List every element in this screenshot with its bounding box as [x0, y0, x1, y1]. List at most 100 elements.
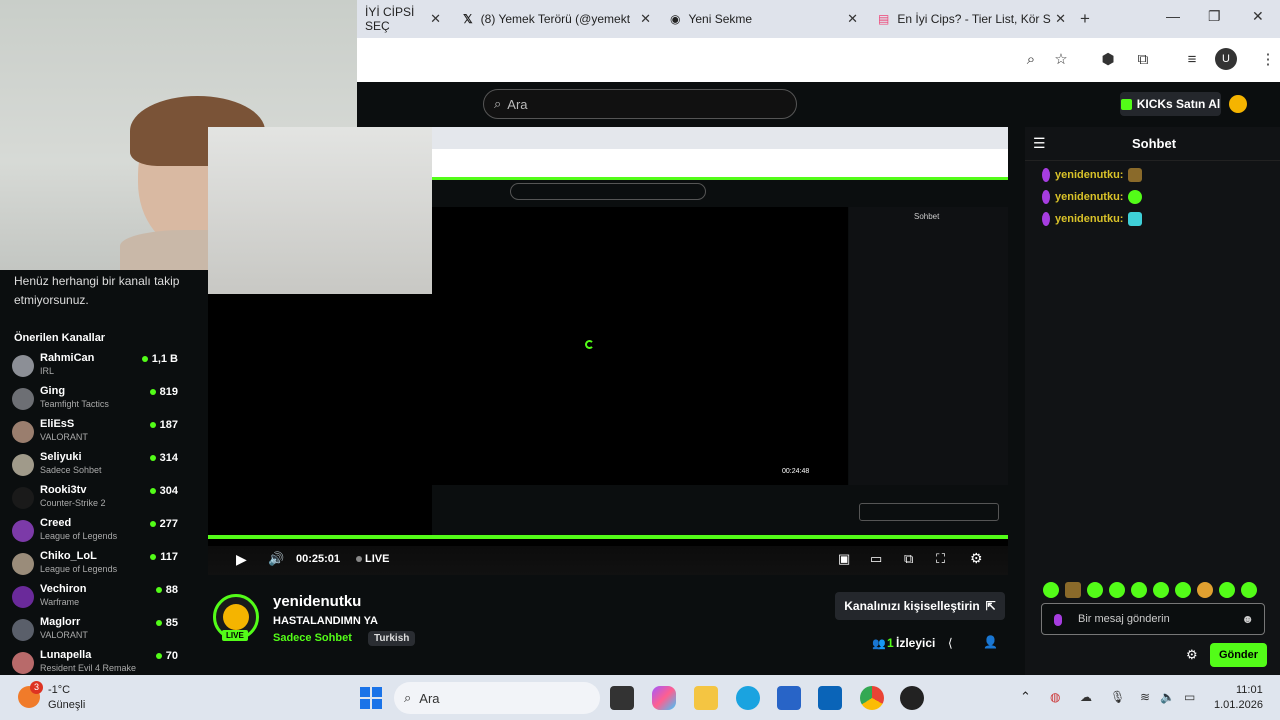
chat-username[interactable]: yenidenutku: [1055, 169, 1123, 181]
channel-avatar [12, 652, 34, 674]
emote-icon[interactable] [1219, 582, 1235, 598]
channel-category: Warframe [40, 597, 80, 607]
close-icon[interactable]: ✕ [430, 11, 441, 27]
sidebar-channel-item[interactable]: Ging Teamfight Tactics 819 [12, 385, 182, 418]
volume-icon[interactable]: 🔊 [268, 551, 284, 567]
emote-icon[interactable] [1175, 582, 1191, 598]
chat-message-input[interactable]: Bir mesaj gönderin ☻ [1041, 603, 1265, 635]
emoji-icon[interactable]: ☻ [1241, 612, 1254, 626]
emote-icon[interactable] [1197, 582, 1213, 598]
share-icon[interactable]: ⟨ [948, 636, 953, 650]
settings-icon[interactable]: ⚙ [970, 550, 983, 567]
send-button[interactable]: Gönder [1210, 643, 1267, 667]
tab-cips[interactable]: İYİ CİPSİ SEÇ ✕ [357, 5, 445, 33]
search-icon: ⌕ [404, 690, 412, 705]
copilot-icon[interactable] [652, 686, 676, 710]
sidebar-channel-item[interactable]: Vechiron Warframe 88 [12, 583, 182, 616]
tray-cloud-icon[interactable]: ☁ [1080, 690, 1092, 704]
channel-category: League of Legends [40, 564, 118, 574]
sidebar-channel-item[interactable]: Rooki3tv Counter-Strike 2 304 [12, 484, 182, 517]
wifi-icon[interactable]: ≋ [1140, 690, 1150, 704]
zoom-icon[interactable]: ⌕ [1020, 48, 1042, 70]
mic-badge-icon [1054, 614, 1062, 626]
emote-icon[interactable] [1043, 582, 1059, 598]
windows-start-icon[interactable] [360, 687, 382, 709]
emote-icon[interactable] [1131, 582, 1147, 598]
customize-channel-button[interactable]: Kanalınızı kişiselleştirin ⇱ [835, 592, 1005, 620]
chrome-icon[interactable] [860, 686, 884, 710]
stream-category[interactable]: Sadece Sohbet [273, 632, 352, 644]
channel-viewers: 1,1 B [142, 353, 178, 365]
channel-category: League of Legends [40, 531, 118, 541]
menu-icon[interactable]: ⋮ [1257, 48, 1279, 70]
theater-icon[interactable]: ▭ [870, 551, 882, 567]
sidebar-channel-item[interactable]: Chiko_LoL League of Legends 117 [12, 550, 182, 583]
emote-icon [1128, 190, 1143, 204]
close-icon[interactable]: ✕ [1055, 11, 1066, 27]
user-avatar[interactable] [1229, 95, 1247, 113]
file-explorer-icon[interactable] [694, 686, 718, 710]
tab-yemek-teroru[interactable]: 𝕏 (8) Yemek Terörü (@yemekt ✕ [455, 6, 655, 32]
progress-bar[interactable] [208, 535, 1008, 539]
tray-chevron-icon[interactable]: ⌃ [1020, 689, 1031, 705]
emote-icon[interactable] [1241, 582, 1257, 598]
sidebar-channel-item[interactable]: EliEsS VALORANT 187 [12, 418, 182, 451]
chat-collapse-icon[interactable]: ☰ [1033, 135, 1046, 152]
obs-icon[interactable] [900, 686, 924, 710]
edge-icon[interactable] [736, 686, 760, 710]
close-icon[interactable]: ✕ [847, 11, 858, 27]
emote-icon [1128, 168, 1143, 182]
chat-settings-icon[interactable]: ⚙ [1186, 647, 1198, 663]
search-input[interactable]: ⌕ Ara [483, 89, 797, 119]
tray-app-icon[interactable]: ◍ [1050, 690, 1060, 704]
maximize-button[interactable]: ❐ [1208, 8, 1221, 25]
sidebar-channel-item[interactable]: Seliyuki Sadece Sohbet 314 [12, 451, 182, 484]
sidebar-channel-item[interactable]: RahmiCan IRL 1,1 B [12, 352, 182, 385]
chat-title: Sohbet [1132, 136, 1177, 151]
terminal-icon[interactable] [610, 686, 634, 710]
clock-date[interactable]: 1.01.2026 [1214, 699, 1263, 711]
kicks-buy-button[interactable]: KICKs Satın Al [1120, 92, 1221, 116]
store-icon[interactable] [777, 686, 801, 710]
fullscreen-icon[interactable]: ⛶ [936, 551, 945, 567]
chat-username[interactable]: yenidenutku: [1055, 191, 1123, 203]
profile-avatar[interactable]: U [1215, 48, 1237, 70]
emote-icon[interactable] [1087, 582, 1103, 598]
user-add-icon[interactable]: 👤 [983, 635, 998, 649]
play-icon[interactable]: ▶ [236, 551, 247, 568]
sidebar-channel-item[interactable]: Maglorr VALORANT 85 [12, 616, 182, 649]
speaker-icon[interactable]: 🔈 [1160, 690, 1175, 704]
tab-tier-list[interactable]: ▤ En İyi Cips? - Tier List, Kör S ✕ [870, 6, 1070, 32]
channel-category: Counter-Strike 2 [40, 498, 106, 508]
pip-icon[interactable]: ⧉ [904, 551, 913, 567]
sidebar-channel-item[interactable]: Creed League of Legends 277 [12, 517, 182, 550]
tab-yeni-sekme[interactable]: ◉ Yeni Sekme ✕ [662, 6, 862, 32]
channel-avatar [12, 619, 34, 641]
media-icon[interactable]: ≡ [1181, 48, 1203, 70]
new-tab-button[interactable]: + [1080, 9, 1090, 29]
channel-avatar [12, 388, 34, 410]
close-icon[interactable]: ✕ [640, 11, 651, 27]
outlook-icon[interactable] [818, 686, 842, 710]
channel-name[interactable]: yenidenutku [273, 593, 361, 610]
emote-icon[interactable] [1109, 582, 1125, 598]
minimize-button[interactable]: — [1166, 8, 1180, 24]
close-window-button[interactable]: ✕ [1252, 8, 1264, 25]
chat-username[interactable]: yenidenutku: [1055, 213, 1123, 225]
channel-viewers: 85 [156, 617, 178, 629]
language-tag[interactable]: Turkish [368, 631, 416, 646]
emote-icon[interactable] [1065, 582, 1081, 598]
battery-icon[interactable]: ▭ [1184, 690, 1195, 704]
microphone-icon[interactable]: 🎙 [1110, 690, 1125, 704]
taskbar-search[interactable]: ⌕ Ara [394, 682, 600, 714]
channel-category: Resident Evil 4 Remake [40, 663, 137, 673]
emote-icon[interactable] [1153, 582, 1169, 598]
puzzle-icon[interactable]: ⧉ [1132, 48, 1154, 70]
clock-time[interactable]: 11:01 [1236, 684, 1263, 696]
channel-name: Rooki3tv [40, 484, 87, 496]
extension-icon[interactable]: ⬢ [1097, 48, 1119, 70]
customize-label: Kanalınızı kişiselleştirin [844, 599, 980, 613]
clip-icon[interactable]: ▣ [838, 551, 850, 567]
bookmark-star-icon[interactable]: ☆ [1050, 48, 1072, 70]
weather-desc: Güneşli [48, 699, 86, 711]
